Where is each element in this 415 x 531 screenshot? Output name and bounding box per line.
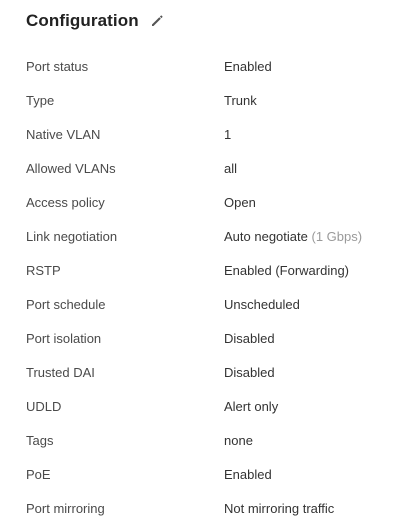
row-access-policy: Access policy Open <box>0 186 415 220</box>
label-udld: UDLD <box>26 399 62 414</box>
value-udld: Alert only <box>224 399 279 414</box>
configuration-panel: Configuration Port status Enabled Type T… <box>0 0 415 531</box>
row-poe: PoE Enabled <box>0 458 415 492</box>
value-tags: none <box>224 433 253 448</box>
value-port-mirroring: Not mirroring traffic <box>224 501 335 516</box>
value-rstp: Enabled (Forwarding) <box>224 263 350 278</box>
label-access-policy: Access policy <box>26 195 105 210</box>
value-port-status: Enabled <box>224 59 272 74</box>
pencil-icon[interactable] <box>149 13 165 29</box>
row-port-schedule: Port schedule Unscheduled <box>0 288 415 322</box>
link-negotiation-speed: (1 Gbps) <box>311 229 363 244</box>
label-port-schedule: Port schedule <box>26 297 106 312</box>
row-port-status: Port status Enabled <box>0 50 415 84</box>
panel-title: Configuration <box>26 11 139 30</box>
label-trusted-dai: Trusted DAI <box>26 365 95 380</box>
config-rows: Port status Enabled Type Trunk Native VL… <box>0 50 415 526</box>
label-link-negotiation: Link negotiation <box>26 229 118 244</box>
value-native-vlan: 1 <box>224 127 232 142</box>
value-allowed-vlans: all <box>224 161 238 176</box>
label-type: Type <box>26 93 55 108</box>
label-poe: PoE <box>26 467 51 482</box>
row-rstp: RSTP Enabled (Forwarding) <box>0 254 415 288</box>
row-udld: UDLD Alert only <box>0 390 415 424</box>
label-native-vlan: Native VLAN <box>26 127 101 142</box>
row-native-vlan: Native VLAN 1 <box>0 118 415 152</box>
label-rstp: RSTP <box>26 263 61 278</box>
row-port-isolation: Port isolation Disabled <box>0 322 415 356</box>
row-type: Type Trunk <box>0 84 415 118</box>
label-tags: Tags <box>26 433 54 448</box>
row-port-mirroring: Port mirroring Not mirroring traffic <box>0 492 415 526</box>
value-port-schedule: Unscheduled <box>224 297 300 312</box>
value-port-isolation: Disabled <box>224 331 275 346</box>
value-type: Trunk <box>224 93 257 108</box>
row-link-negotiation: Link negotiation Auto negotiate (1 Gbps) <box>0 220 415 254</box>
row-allowed-vlans: Allowed VLANs all <box>0 152 415 186</box>
label-allowed-vlans: Allowed VLANs <box>26 161 116 176</box>
value-access-policy: Open <box>224 195 256 210</box>
label-port-isolation: Port isolation <box>26 331 102 346</box>
label-port-mirroring: Port mirroring <box>26 501 105 516</box>
label-port-status: Port status <box>26 59 89 74</box>
link-negotiation-mode: Auto negotiate <box>224 229 308 244</box>
row-tags: Tags none <box>0 424 415 458</box>
value-trusted-dai: Disabled <box>224 365 275 380</box>
value-poe: Enabled <box>224 467 272 482</box>
panel-header: Configuration <box>26 8 165 34</box>
row-trusted-dai: Trusted DAI Disabled <box>0 356 415 390</box>
value-link-negotiation: Auto negotiate (1 Gbps) <box>224 220 362 254</box>
